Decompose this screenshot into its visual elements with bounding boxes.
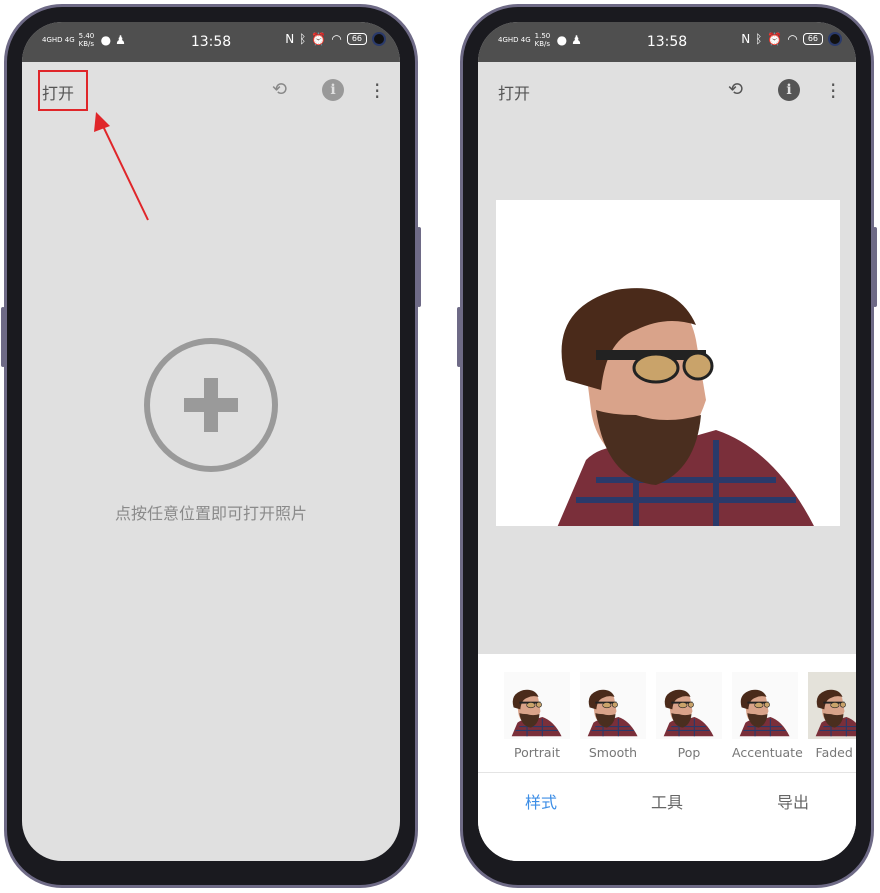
nfc-icon: N [741, 32, 751, 46]
front-camera [828, 32, 842, 46]
style-smooth[interactable]: Smooth [580, 672, 646, 760]
style-thumbnail [808, 672, 856, 739]
tab-styles[interactable]: 样式 [478, 773, 604, 832]
battery-indicator: 66 [802, 33, 823, 45]
bottom-panel: Portrait Smooth Pop Accentuate Faded G 样… [478, 654, 856, 861]
volume-button [457, 307, 461, 367]
right-phone: 4GHD 4G 1.50 KB/s ● ♟ 13:58 N ᛒ ⏰ ◠ 66 打开 ⟲ i ·… [457, 4, 877, 888]
screen: 4GHD 4G 5.40 KB/s ● ♟ 13:58 N ᛒ ⏰ ◠ 66 打开 ⟲ i ·… [22, 22, 400, 861]
annotation-arrow [94, 112, 149, 221]
wifi-icon: ◠ [787, 32, 798, 46]
more-vert-icon[interactable]: · · · [830, 75, 836, 107]
photo-canvas[interactable] [496, 200, 840, 526]
style-label: Portrait [514, 745, 560, 760]
volume-button [1, 307, 5, 367]
style-label: Smooth [588, 745, 638, 760]
status-bar: 4GHD 4G 1.50 KB/s ● ♟ 13:58 N ᛒ ⏰ ◠ 66 [478, 22, 856, 62]
style-list[interactable]: Portrait Smooth Pop Accentuate Faded G [504, 672, 856, 760]
power-button [417, 227, 421, 307]
style-thumbnail [580, 672, 646, 739]
style-label: Faded G [815, 745, 856, 760]
add-photo-icon[interactable] [144, 338, 278, 472]
open-button[interactable]: 打开 [498, 80, 530, 104]
style-label: Accentuate [732, 745, 803, 760]
open-photo-hint[interactable]: 点按任意位置即可打开照片 [22, 500, 400, 524]
style-faded-glow[interactable]: Faded G [808, 672, 856, 760]
style-pop[interactable]: Pop [656, 672, 722, 760]
bluetooth-icon: ᛒ [755, 32, 763, 46]
layers-rotate-icon[interactable]: ⟲ [728, 79, 743, 100]
style-thumbnail [732, 672, 798, 739]
bottom-tabs: 样式 工具 导出 [478, 772, 856, 832]
info-icon[interactable]: i [778, 79, 800, 101]
style-thumbnail [656, 672, 722, 739]
left-phone: 4GHD 4G 5.40 KB/s ● ♟ 13:58 N ᛒ ⏰ ◠ 66 打开 ⟲ i ·… [1, 4, 421, 888]
portrait-photo [496, 200, 840, 526]
style-portrait[interactable]: Portrait [504, 672, 570, 760]
style-thumbnail [504, 672, 570, 739]
tab-tools[interactable]: 工具 [604, 773, 730, 832]
style-accentuate[interactable]: Accentuate [732, 672, 803, 760]
top-bar: 打开 ⟲ i · · · [478, 62, 856, 120]
alarm-icon: ⏰ [767, 32, 783, 46]
power-button [873, 227, 877, 307]
screen: 4GHD 4G 1.50 KB/s ● ♟ 13:58 N ᛒ ⏰ ◠ 66 打开 ⟲ i ·… [478, 22, 856, 861]
style-label: Pop [677, 745, 701, 760]
tab-export[interactable]: 导出 [730, 773, 856, 832]
